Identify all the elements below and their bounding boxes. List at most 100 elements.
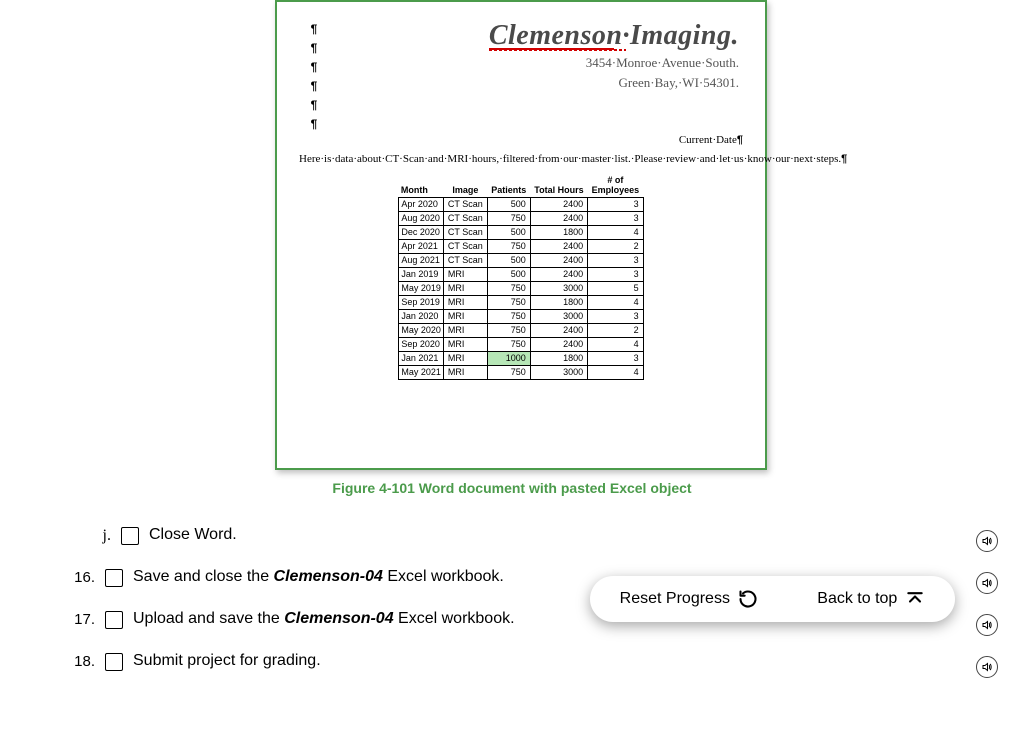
table-cell: 500 — [487, 197, 530, 211]
table-row: May 2019MRI75030005 — [399, 281, 643, 295]
table-cell: 3000 — [530, 309, 587, 323]
table-cell: 3 — [588, 197, 644, 211]
company-address-line1: 3454·Monroe·Avenue·South. — [339, 54, 739, 72]
table-cell: Dec 2020 — [399, 225, 444, 239]
table-row: Aug 2020CT Scan75024003 — [399, 211, 643, 225]
table-cell: MRI — [443, 337, 487, 351]
table-row: Jan 2019MRI50024003 — [399, 267, 643, 281]
step-text: Save and close the Clemenson-04 Excel wo… — [133, 567, 504, 586]
table-cell: 2400 — [530, 197, 587, 211]
table-cell: 750 — [487, 281, 530, 295]
step-checkbox[interactable] — [105, 611, 123, 629]
table-cell: 5 — [588, 281, 644, 295]
step-text: Close Word. — [149, 525, 237, 544]
table-cell: Jan 2020 — [399, 309, 444, 323]
undo-icon — [738, 589, 758, 609]
table-cell: CT Scan — [443, 253, 487, 267]
table-cell: MRI — [443, 323, 487, 337]
table-cell: Sep 2020 — [399, 337, 444, 351]
table-cell: 1000 — [487, 351, 530, 365]
table-cell: May 2021 — [399, 365, 444, 379]
back-to-top-button[interactable]: Back to top — [817, 589, 925, 609]
table-cell: MRI — [443, 295, 487, 309]
table-cell: 3 — [588, 267, 644, 281]
table-cell: MRI — [443, 281, 487, 295]
table-cell: 3 — [588, 351, 644, 365]
table-cell: 750 — [487, 211, 530, 225]
step-text: Upload and save the Clemenson-04 Excel w… — [133, 609, 515, 628]
step-18: 18. Submit project for grading. — [55, 651, 1000, 671]
table-cell: Jan 2019 — [399, 267, 444, 281]
table-header: Total Hours — [530, 175, 587, 197]
table-cell: 750 — [487, 295, 530, 309]
table-cell: 4 — [588, 337, 644, 351]
table-cell: 4 — [588, 365, 644, 379]
table-cell: 2400 — [530, 267, 587, 281]
table-header: Patients — [487, 175, 530, 197]
word-document-preview: ¶ ¶ ¶ ¶ ¶ ¶ Clemenson·Imaging. 3454·Monr… — [275, 0, 767, 470]
table-cell: CT Scan — [443, 211, 487, 225]
floating-action-bar: Reset Progress Back to top — [590, 576, 955, 622]
paragraph-marks-column: ¶ ¶ ¶ ¶ ¶ ¶ — [299, 20, 329, 134]
table-cell: MRI — [443, 309, 487, 323]
table-cell: 3000 — [530, 281, 587, 295]
embedded-excel-table: MonthImagePatientsTotal Hours# of Employ… — [398, 175, 643, 380]
table-row: Aug 2021CT Scan50024003 — [399, 253, 643, 267]
table-row: Apr 2021CT Scan75024002 — [399, 239, 643, 253]
table-cell: 750 — [487, 309, 530, 323]
table-cell: Aug 2020 — [399, 211, 444, 225]
table-cell: 3000 — [530, 365, 587, 379]
step-text: Submit project for grading. — [133, 651, 321, 670]
step-j: j. Close Word. — [55, 525, 1000, 545]
table-cell: Apr 2020 — [399, 197, 444, 211]
table-cell: MRI — [443, 365, 487, 379]
table-cell: 1800 — [530, 351, 587, 365]
figure-caption: Figure 4-101 Word document with pasted E… — [0, 480, 1024, 496]
table-cell: 750 — [487, 323, 530, 337]
table-header: Image — [443, 175, 487, 197]
table-cell: 750 — [487, 239, 530, 253]
table-row: Apr 2020CT Scan50024003 — [399, 197, 643, 211]
table-cell: 4 — [588, 225, 644, 239]
company-address-line2: Green·Bay,·WI·54301. — [339, 74, 739, 92]
table-cell: MRI — [443, 351, 487, 365]
step-checkbox[interactable] — [105, 653, 123, 671]
company-name: Clemenson·Imaging. — [489, 20, 739, 52]
table-row: Sep 2020MRI75024004 — [399, 337, 643, 351]
step-checkbox[interactable] — [105, 569, 123, 587]
body-paragraph: Here·is·data·about·CT·Scan·and·MRI·hours… — [299, 152, 743, 167]
table-cell: Apr 2021 — [399, 239, 444, 253]
table-cell: 2 — [588, 323, 644, 337]
table-cell: May 2019 — [399, 281, 444, 295]
table-cell: 750 — [487, 337, 530, 351]
table-cell: CT Scan — [443, 197, 487, 211]
table-row: Dec 2020CT Scan50018004 — [399, 225, 643, 239]
step-number: 18. — [55, 651, 95, 670]
top-icon — [905, 589, 925, 609]
table-cell: 2400 — [530, 337, 587, 351]
table-header: Month — [399, 175, 444, 197]
table-cell: May 2020 — [399, 323, 444, 337]
step-number: j. — [55, 525, 111, 545]
table-cell: Sep 2019 — [399, 295, 444, 309]
audio-icon[interactable] — [976, 656, 998, 678]
table-cell: 2400 — [530, 239, 587, 253]
current-date-field: Current·Date¶ — [299, 134, 743, 146]
reset-progress-button[interactable]: Reset Progress — [620, 589, 758, 609]
step-number: 16. — [55, 567, 95, 586]
audio-icon[interactable] — [976, 530, 998, 552]
table-cell: 500 — [487, 253, 530, 267]
table-cell: 1800 — [530, 295, 587, 309]
step-checkbox[interactable] — [121, 527, 139, 545]
table-row: Jan 2020MRI75030003 — [399, 309, 643, 323]
table-cell: 2400 — [530, 323, 587, 337]
table-header: # of Employees — [588, 175, 644, 197]
table-cell: 2400 — [530, 211, 587, 225]
table-row: May 2021MRI75030004 — [399, 365, 643, 379]
table-cell: 3 — [588, 253, 644, 267]
table-cell: 2400 — [530, 253, 587, 267]
table-row: Jan 2021MRI100018003 — [399, 351, 643, 365]
audio-icon[interactable] — [976, 572, 998, 594]
audio-icon[interactable] — [976, 614, 998, 636]
table-cell: CT Scan — [443, 239, 487, 253]
